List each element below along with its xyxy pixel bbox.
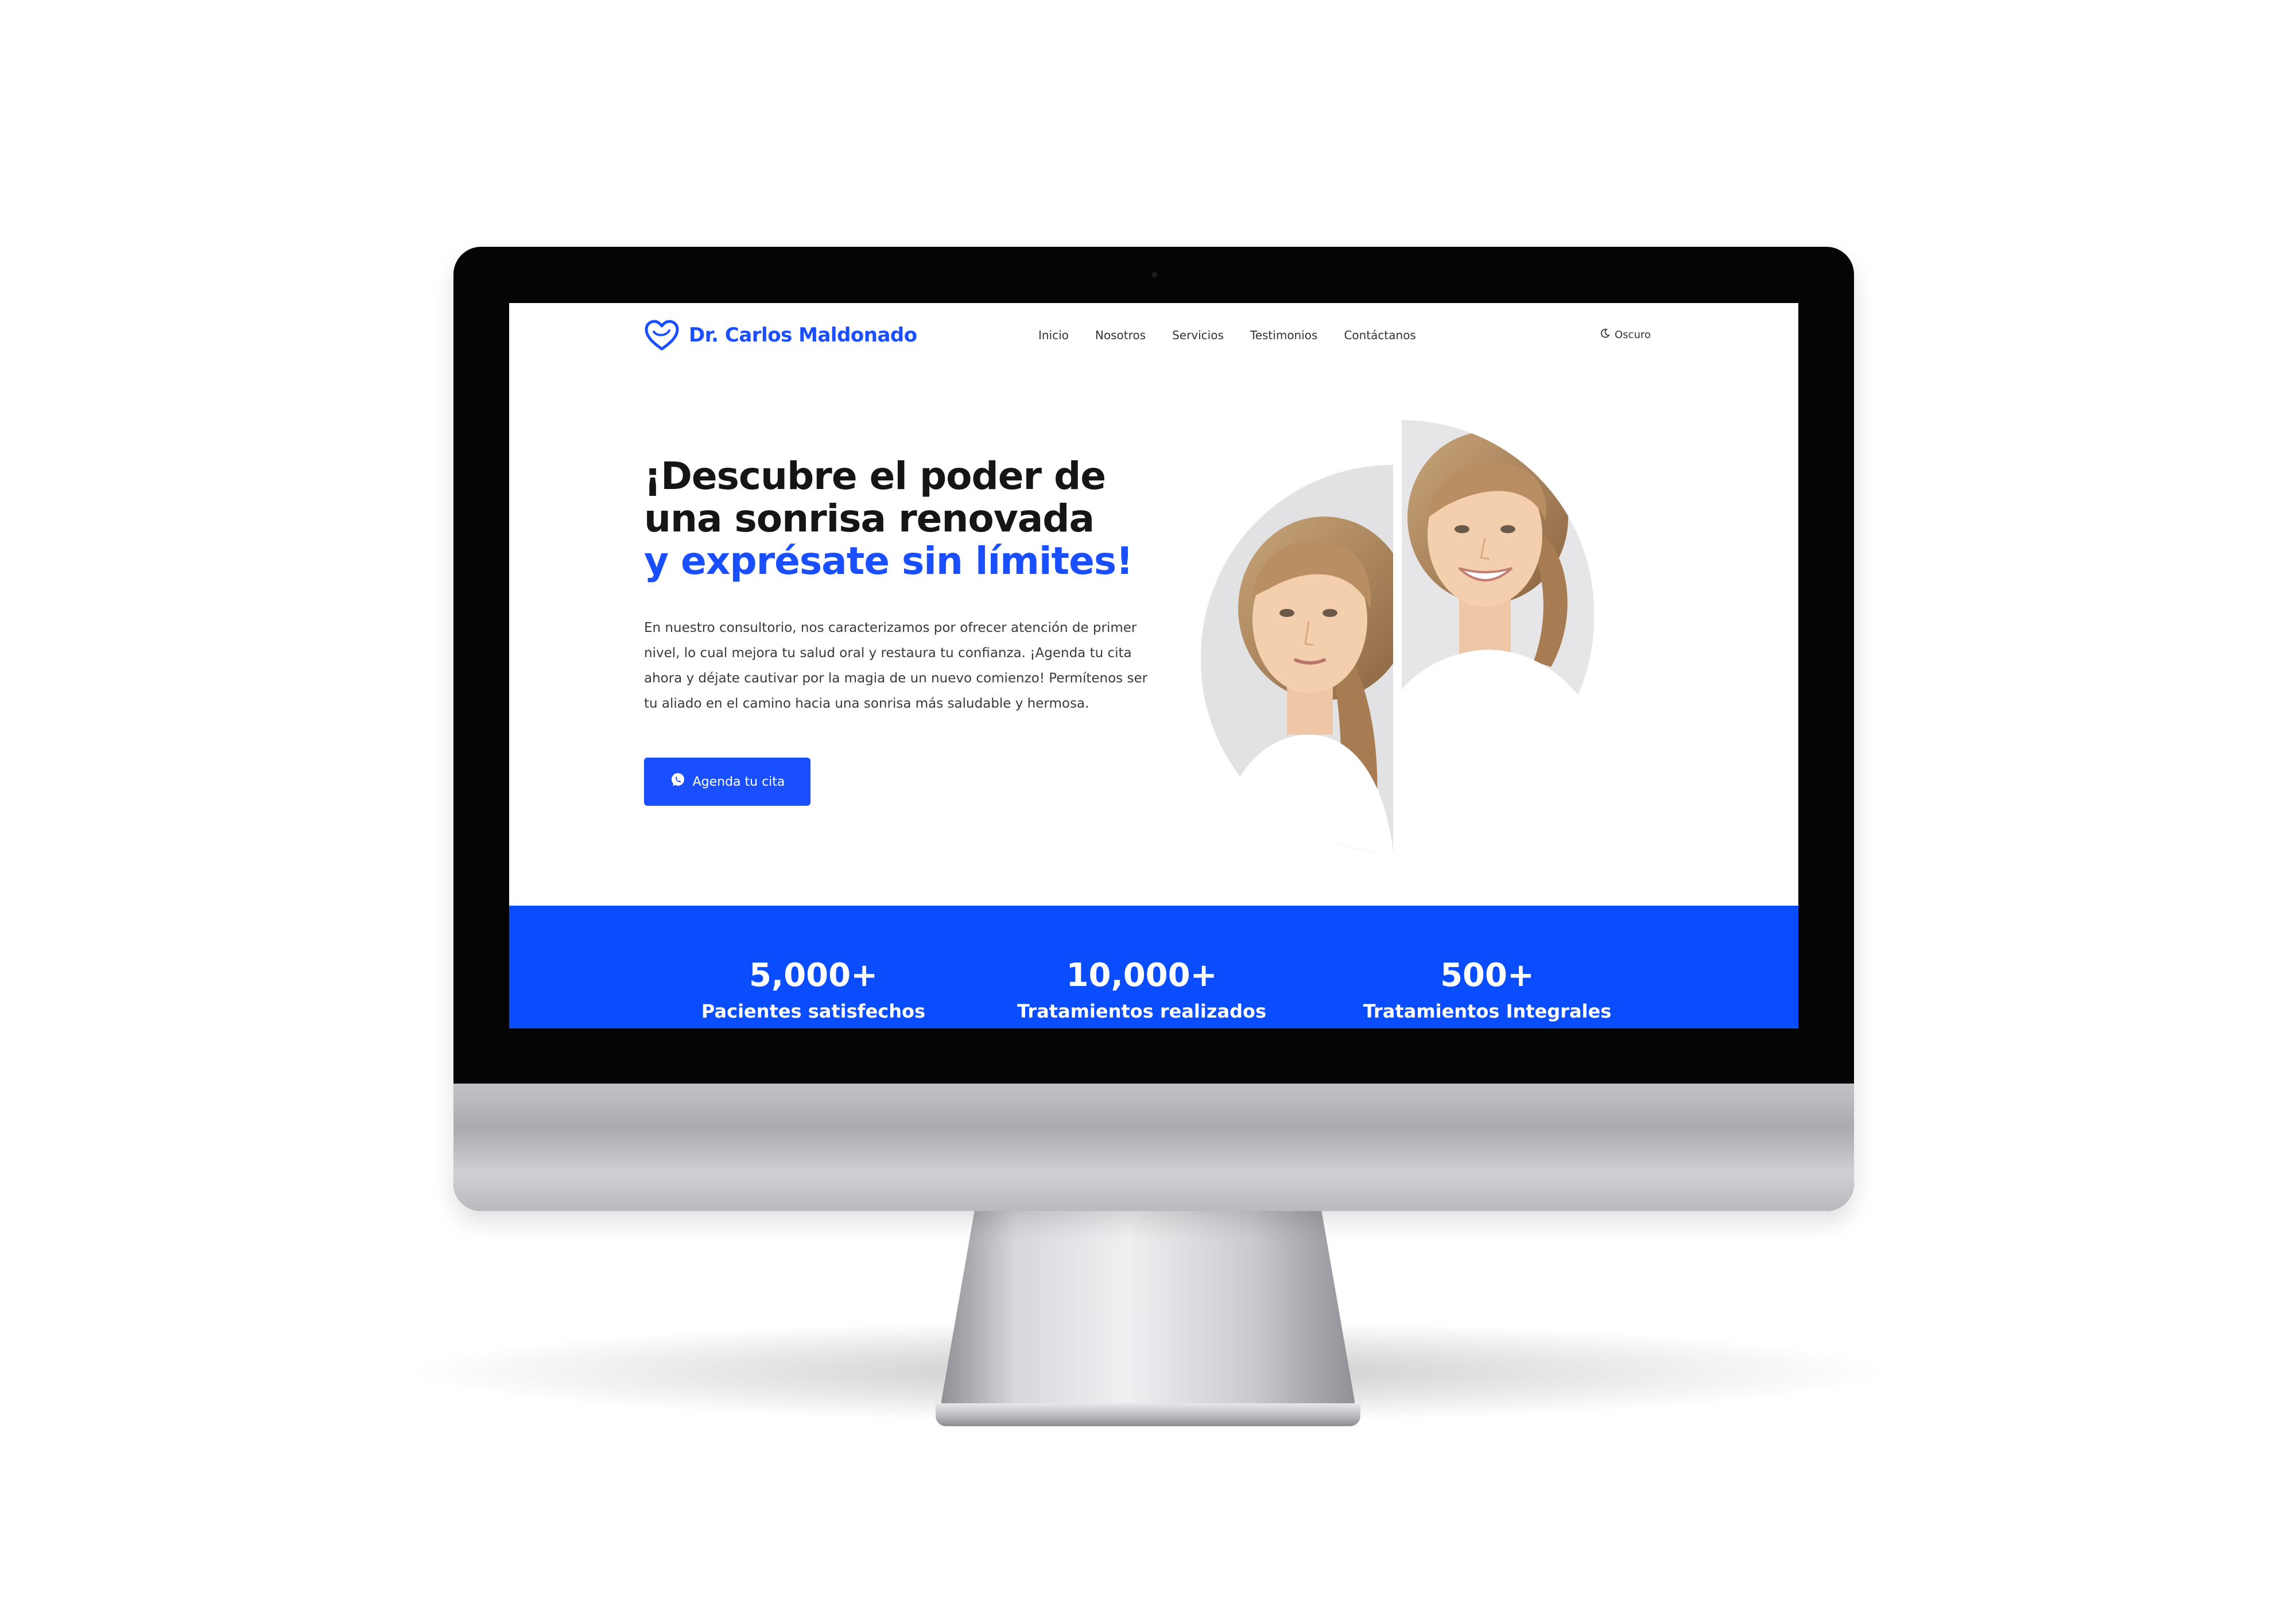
hero-title-accent: y exprésate sin límites! xyxy=(644,539,1133,583)
main-nav: Inicio Nosotros Servicios Testimonios Co… xyxy=(1038,328,1442,342)
stat-label: Tratamientos Integrales xyxy=(1363,1000,1612,1022)
stat-label: Pacientes satisfechos xyxy=(701,1000,926,1022)
webcam-icon xyxy=(1151,272,1157,278)
nav-item-nosotros[interactable]: Nosotros xyxy=(1095,328,1146,342)
stat-label: Tratamientos realizados xyxy=(1017,1000,1266,1022)
hero-title-line-1: ¡Descubre el poder de xyxy=(644,454,1106,498)
tooth-heart-icon xyxy=(644,319,680,351)
nav-item-servicios[interactable]: Servicios xyxy=(1172,328,1224,342)
brand-logo[interactable]: Dr. Carlos Maldonado xyxy=(644,319,917,351)
website-screen: Dr. Carlos Maldonado Inicio Nosotros Ser… xyxy=(509,303,1798,1028)
hero-title-line-2: una sonrisa renovada xyxy=(644,496,1095,541)
monitor-stand-base xyxy=(936,1403,1360,1426)
theme-toggle-label: Oscuro xyxy=(1615,329,1651,341)
hero-description: En nuestro consultorio, nos caracterizam… xyxy=(644,620,1148,711)
nav-item-inicio[interactable]: Inicio xyxy=(1038,328,1069,342)
nav-item-contactanos[interactable]: Contáctanos xyxy=(1344,328,1415,342)
stats-section: 5,000+ Pacientes satisfechos 10,000+ Tra… xyxy=(509,906,1798,1028)
before-portrait-image xyxy=(1201,465,1393,852)
monitor-stand xyxy=(941,1211,1355,1418)
monitor: Dr. Carlos Maldonado Inicio Nosotros Ser… xyxy=(453,247,1854,1211)
stat-item: 500+ Tratamientos Integrales xyxy=(1355,957,1619,1028)
hero-title: ¡Descubre el poder de una sonrisa renova… xyxy=(644,455,1195,583)
stat-item: 5,000+ Pacientes satisfechos xyxy=(681,957,945,1028)
stat-value: 500+ xyxy=(1440,957,1534,994)
stat-value: 5,000+ xyxy=(748,957,878,994)
brand-name: Dr. Carlos Maldonado xyxy=(689,324,917,347)
after-portrait-image xyxy=(1402,420,1594,810)
whatsapp-icon xyxy=(670,772,686,791)
nav-item-testimonios[interactable]: Testimonios xyxy=(1250,328,1318,342)
book-appointment-button[interactable]: Agenda tu cita xyxy=(644,758,810,806)
monitor-chin xyxy=(453,1084,1854,1211)
theme-toggle-button[interactable]: Oscuro xyxy=(1600,328,1651,341)
site-header: Dr. Carlos Maldonado Inicio Nosotros Ser… xyxy=(509,303,1798,372)
book-appointment-label: Agenda tu cita xyxy=(692,774,785,789)
stat-item: 10,000+ Tratamientos realizados xyxy=(1010,957,1274,1028)
stat-value: 10,000+ xyxy=(1066,957,1217,994)
moon-icon xyxy=(1600,328,1610,341)
